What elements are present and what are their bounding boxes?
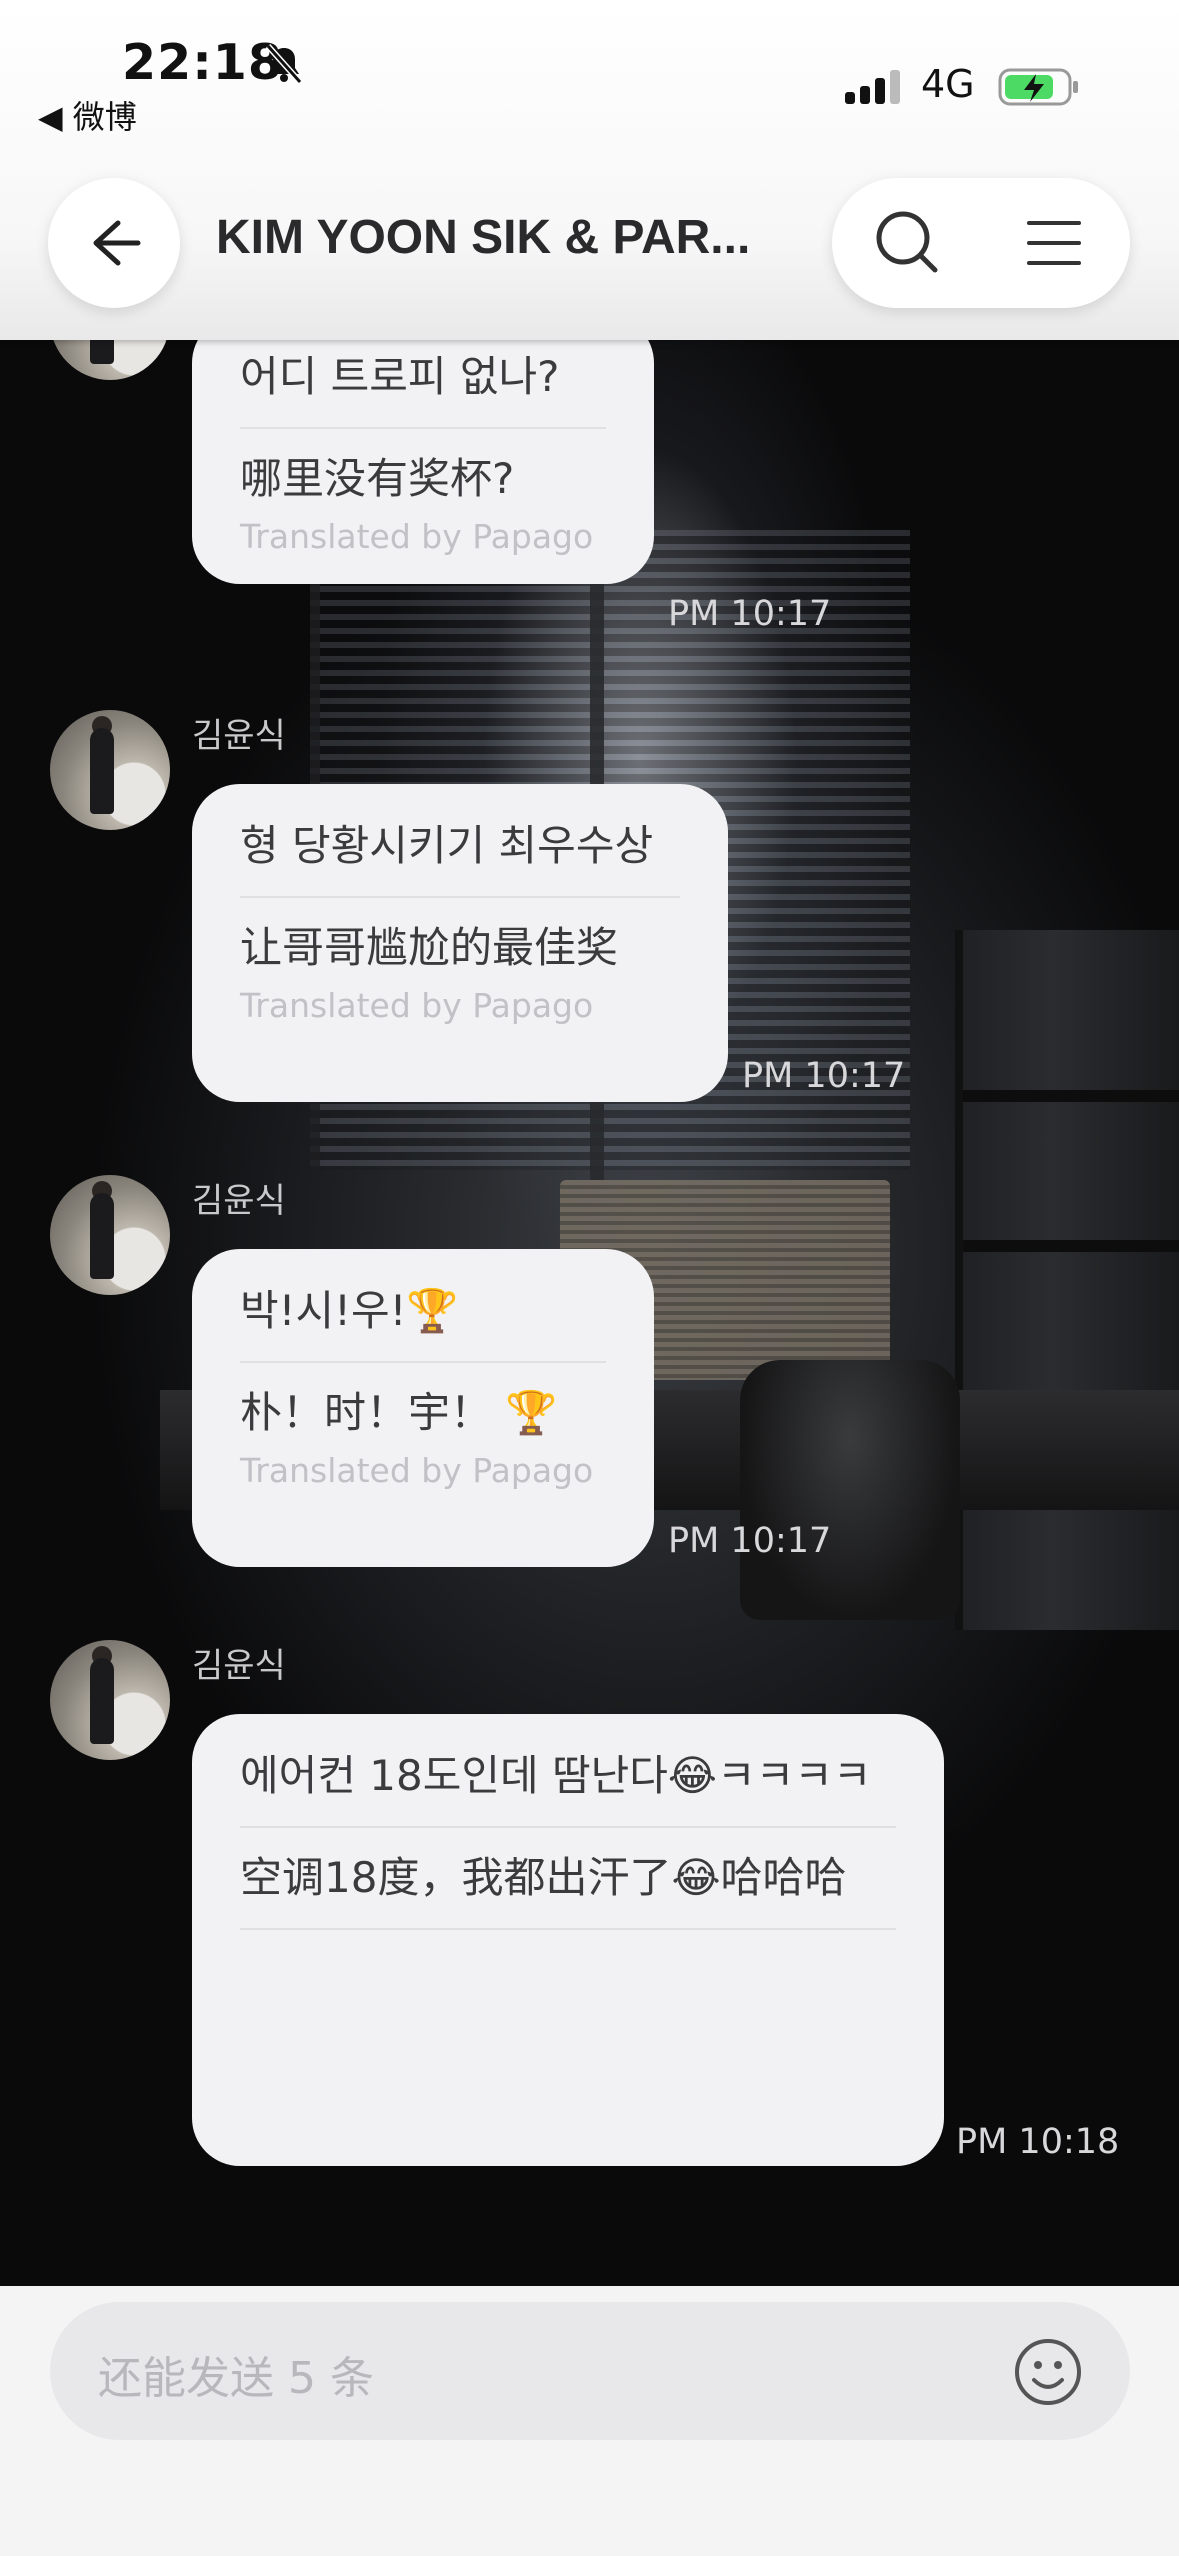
message-original-text: 형 당황시키기 최우수상 [240,821,654,870]
message-translation-text: 空调18度，我都出汗了😂哈哈哈 [240,1853,847,1902]
message-translation-text: 哪里没有奖杯? [240,454,515,503]
translated-by-label: Translated by Papago [240,1451,594,1490]
header-actions [832,178,1130,308]
message-timestamp: PM 10:17 [668,594,832,634]
status-time: 22:18 [122,34,283,91]
sender-name: 김윤식 [192,716,286,756]
avatar[interactable] [50,1640,170,1760]
hamburger-menu-icon [1027,221,1081,265]
sender-name: 김윤식 [192,1181,286,1221]
composer-bar: 还能发送 5 条 [0,2286,1179,2556]
smiley-icon[interactable] [1010,2334,1086,2410]
translation-divider [240,1826,896,1828]
sender-name: 김윤식 [192,1646,286,1686]
cellular-signal-icon [845,70,900,104]
chat-title: KIM YOON SIK & PAR... [216,211,751,264]
message-timestamp: PM 10:18 [956,2122,1120,2162]
battery-charging-icon [998,68,1078,106]
message-original-text: 박!시!우!🏆 [240,1286,459,1335]
search-button[interactable] [868,203,948,283]
back-to-app-link[interactable]: ◀ 微博 [38,92,137,138]
translation-divider [240,896,680,898]
avatar[interactable] [50,710,170,830]
message-original-text: 어디 트로피 없나? [240,352,560,401]
message-bubble[interactable]: 형 당황시키기 최우수상 让哥哥尴尬的最佳奖 Translated by Pap… [192,784,728,1102]
message-translation-text: 朴！时！宇！ 🏆 [240,1388,558,1437]
menu-button[interactable] [1014,203,1094,283]
message-original-text: 에어컨 18도인데 땀난다😂ㅋㅋㅋㅋ [240,1751,872,1800]
background-chair [740,1360,960,1620]
message-input-placeholder: 还能发送 5 条 [98,2353,374,2404]
arrow-left-icon [93,220,141,266]
background-bookshelf [955,930,1179,1630]
message-bubble[interactable]: 어디 트로피 없나? 哪里没有奖杯? Translated by Papago [192,315,654,584]
translated-by-label: Translated by Papago [240,517,594,556]
message-input[interactable]: 还能发送 5 条 [50,2302,1130,2440]
message-timestamp: PM 10:17 [668,1521,832,1561]
message-bubble[interactable]: 에어컨 18도인데 땀난다😂ㅋㅋㅋㅋ 空调18度，我都出汗了😂哈哈哈 [192,1714,944,2166]
message-timestamp: PM 10:17 [742,1056,906,1096]
network-type-label: 4G [921,62,975,106]
translation-divider [240,1361,606,1363]
bell-slash-icon [265,44,303,84]
message-bubble[interactable]: 박!시!우!🏆 朴！时！宇！ 🏆 Translated by Papago [192,1249,654,1567]
status-bar: 22:18 ◀ 微博 4G [0,0,1179,150]
bubble-bottom-divider [240,1928,896,1930]
translated-by-label: Translated by Papago [240,986,594,1025]
search-icon [876,211,938,273]
translation-divider [240,427,606,429]
message-translation-text: 让哥哥尴尬的最佳奖 [240,923,619,972]
back-button[interactable] [48,178,180,308]
avatar[interactable] [50,1175,170,1295]
